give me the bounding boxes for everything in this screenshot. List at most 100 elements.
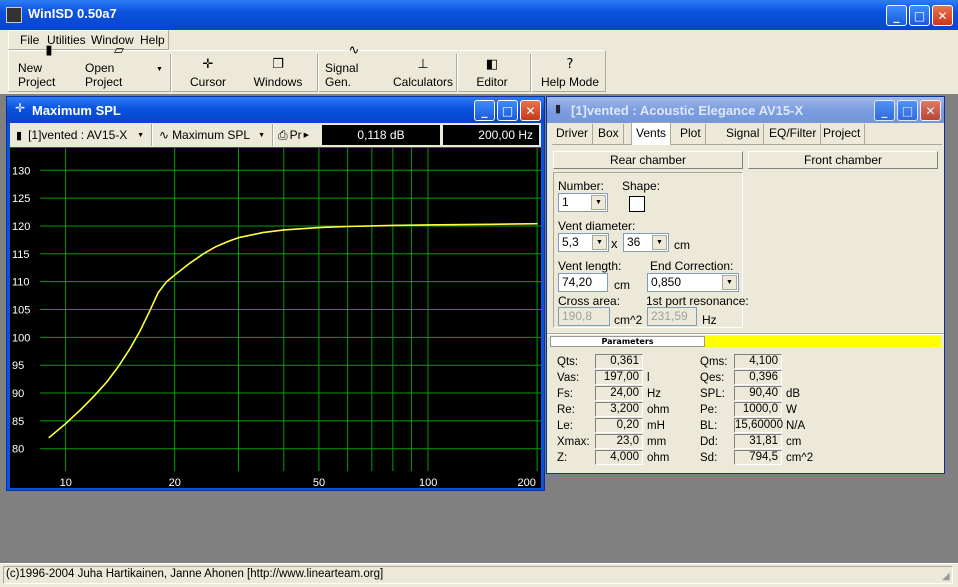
port-resonance-label: 1st port resonance: bbox=[646, 294, 749, 308]
project-maximize-button[interactable]: □ bbox=[897, 100, 918, 121]
project-window: ▮ [1]vented : Acoustic Elegance AV15-X _… bbox=[546, 96, 945, 474]
param-value: 794,5 bbox=[734, 450, 782, 465]
tab-signal[interactable]: Signal bbox=[722, 124, 765, 144]
cursor-button[interactable]: ✛ Cursor bbox=[185, 50, 231, 94]
signal-gen-button[interactable]: ∿ Signal Gen. bbox=[325, 43, 383, 94]
project-window-title: [1]vented : Acoustic Elegance AV15-X bbox=[571, 103, 804, 118]
vent-diameter-b-select[interactable]: 36 ▼ bbox=[623, 233, 669, 252]
spl-data-point bbox=[80, 409, 82, 411]
spl-data-point bbox=[148, 311, 150, 313]
calculators-button[interactable]: ⊥ Calculators bbox=[393, 50, 453, 94]
param-value: 0,361 bbox=[595, 354, 643, 369]
shape-square-icon[interactable] bbox=[629, 196, 645, 212]
spl-chart[interactable]: 80 85 90 95 100 105 110 115 120 125 130 10 20 50 100 20… bbox=[10, 148, 541, 488]
spl-window-title: Maximum SPL bbox=[32, 103, 121, 118]
param-label: BL: bbox=[700, 420, 718, 432]
tab-vents[interactable]: Vents bbox=[631, 122, 672, 145]
tab-plot[interactable]: Plot bbox=[676, 124, 706, 144]
param-label: Sd: bbox=[700, 452, 718, 464]
parameters-header[interactable]: Parameters bbox=[550, 336, 941, 347]
spl-data-point bbox=[48, 437, 50, 439]
cross-area-unit: cm^2 bbox=[614, 313, 643, 327]
spl-close-button[interactable]: ✕ bbox=[520, 100, 541, 121]
calculator-icon: ⊥ bbox=[417, 57, 429, 72]
y-tick-label: 100 bbox=[12, 332, 30, 344]
port-resonance-field: 231,59 bbox=[647, 307, 697, 326]
spl-data-point bbox=[139, 331, 141, 333]
tab-project[interactable]: Project bbox=[819, 124, 866, 144]
spl-data-point bbox=[347, 225, 349, 228]
open-project-dropdown-icon[interactable]: ▼ bbox=[156, 66, 163, 73]
spl-data-point bbox=[174, 274, 176, 276]
x-tick-label: 100 bbox=[419, 477, 437, 488]
param-label: Pe: bbox=[700, 404, 718, 416]
param-label: Z: bbox=[557, 452, 568, 464]
spl-data-point bbox=[65, 423, 67, 425]
minimize-button[interactable]: _ bbox=[886, 5, 907, 26]
help-mode-button[interactable]: ? Help Mode bbox=[540, 50, 600, 94]
menu-file[interactable]: File bbox=[20, 33, 39, 47]
times-label: x bbox=[611, 236, 618, 251]
param-unit: mH bbox=[647, 420, 665, 432]
spl-minimize-button[interactable]: _ bbox=[474, 100, 495, 121]
maximize-button[interactable]: □ bbox=[909, 5, 930, 26]
param-unit: cm bbox=[786, 436, 802, 448]
spl-data-point bbox=[106, 381, 108, 383]
front-chamber-button[interactable]: Front chamber bbox=[748, 151, 938, 169]
db-readout: 0,118 dB bbox=[322, 125, 440, 145]
speaker-icon: ▮ bbox=[555, 103, 562, 115]
tab-eq-filter[interactable]: EQ/Filter bbox=[765, 124, 822, 144]
port-resonance-unit: Hz bbox=[702, 313, 717, 327]
menu-bar: File Utilities Window Help bbox=[0, 30, 958, 50]
sine-wave-icon: ∿ bbox=[348, 43, 360, 58]
windows-button[interactable]: ❐ Windows bbox=[252, 50, 304, 94]
rear-chamber-button[interactable]: Rear chamber bbox=[553, 151, 743, 169]
x-tick-label: 10 bbox=[60, 477, 72, 488]
vent-diameter-unit: cm bbox=[674, 238, 690, 252]
chevron-right-icon: ▶ bbox=[303, 132, 309, 139]
speaker-icon: ▮ bbox=[16, 129, 23, 142]
parameters-tab: Parameters bbox=[550, 336, 705, 347]
y-tick-label: 90 bbox=[12, 388, 24, 400]
param-value: 24,00 bbox=[595, 386, 643, 401]
number-select[interactable]: 1 ▼ bbox=[558, 193, 608, 212]
param-label: Le: bbox=[557, 420, 573, 432]
vent-length-label: Vent length: bbox=[558, 259, 622, 273]
print-button[interactable]: ⎙ Pr ▶ bbox=[278, 125, 318, 145]
project-minimize-button[interactable]: _ bbox=[874, 100, 895, 121]
toolbar-separator bbox=[530, 54, 532, 92]
vent-diameter-a-select[interactable]: 5,3 ▼ bbox=[558, 233, 609, 252]
param-label: Qes: bbox=[700, 372, 725, 384]
open-project-button[interactable]: ▱ Open Project bbox=[85, 43, 153, 94]
spl-window-titlebar[interactable]: ✛ Maximum SPL _ □ ✕ bbox=[7, 97, 544, 123]
y-tick-label: 95 bbox=[12, 360, 24, 372]
param-label: Xmax: bbox=[557, 436, 590, 448]
toolbar-separator bbox=[317, 54, 319, 92]
new-project-button[interactable]: ▮ New Project bbox=[18, 43, 80, 94]
spl-data-point bbox=[283, 229, 285, 231]
project-close-button[interactable]: ✕ bbox=[920, 100, 941, 121]
spl-curve bbox=[48, 222, 538, 439]
y-tick-label: 120 bbox=[12, 221, 30, 233]
menu-utilities[interactable]: Utilities bbox=[47, 33, 86, 47]
spl-maximize-button[interactable]: □ bbox=[497, 100, 518, 121]
project-select[interactable]: ▮ [1]vented : AV15-X ▼ bbox=[12, 125, 148, 145]
menu-window[interactable]: Window bbox=[91, 33, 134, 47]
spl-data-point bbox=[117, 365, 120, 367]
editor-button[interactable]: ◧ Editor bbox=[472, 50, 512, 94]
menu-help[interactable]: Help bbox=[140, 33, 165, 47]
param-label: Dd: bbox=[700, 436, 718, 448]
plot-select[interactable]: ∿ Maximum SPL ▼ bbox=[157, 125, 269, 145]
hz-readout: 200,00 Hz bbox=[443, 125, 539, 145]
tab-driver[interactable]: Driver bbox=[552, 124, 593, 144]
y-tick-label: 125 bbox=[12, 193, 30, 205]
cursor-icon: ✛ bbox=[202, 57, 214, 72]
vent-length-input[interactable]: 74,20 bbox=[558, 273, 608, 292]
resize-grip-icon[interactable]: ◢ bbox=[942, 571, 950, 582]
end-correction-select[interactable]: 0,850 ▼ bbox=[647, 273, 739, 292]
close-button[interactable]: ✕ bbox=[932, 5, 953, 26]
spl-data-point bbox=[227, 241, 229, 243]
project-window-titlebar[interactable]: ▮ [1]vented : Acoustic Elegance AV15-X _… bbox=[547, 97, 944, 123]
param-unit: cm^2 bbox=[786, 452, 814, 464]
tab-box[interactable]: Box bbox=[594, 124, 624, 144]
